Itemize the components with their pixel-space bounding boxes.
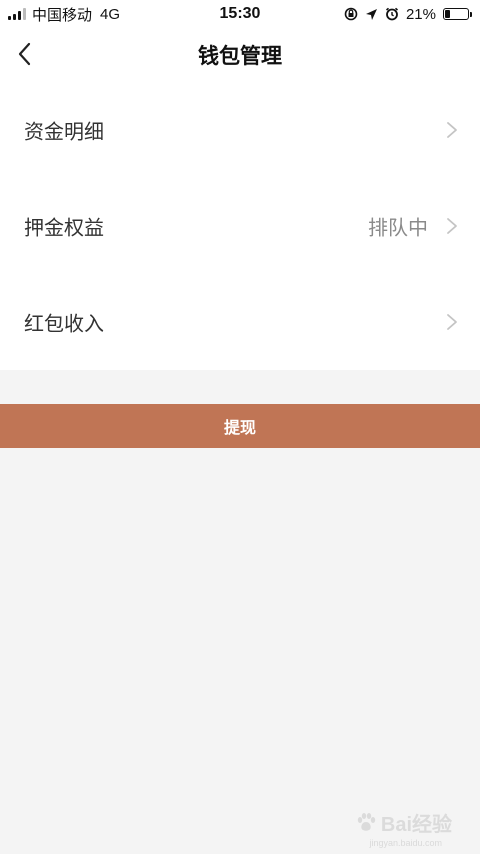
location-arrow-icon <box>365 8 377 20</box>
withdraw-button[interactable]: 提现 <box>0 404 480 448</box>
battery-percent: 21% <box>405 5 436 23</box>
status-bar: 中国移动 4G 15:30 21% <box>0 0 480 28</box>
menu-item-status: 排队中 <box>368 215 428 240</box>
menu-item-label: 资金明细 <box>24 119 104 144</box>
nav-bar: 钱包管理 <box>0 28 480 80</box>
menu-item-label: 红包收入 <box>24 311 104 336</box>
menu-item-label: 押金权益 <box>24 215 104 240</box>
menu-item-fund-details[interactable]: 资金明细 <box>0 82 480 178</box>
chevron-right-icon <box>447 218 457 234</box>
alarm-icon <box>385 7 398 21</box>
wallet-menu-list: 资金明细 押金权益 排队中 红包收入 <box>0 80 480 370</box>
status-right: 21% <box>344 0 472 28</box>
withdraw-button-label: 提现 <box>223 418 256 437</box>
baidu-watermark: Bai经验 <box>355 808 452 837</box>
watermark-url: jingyan.baidu.com <box>369 838 442 848</box>
menu-item-red-packet-income[interactable]: 红包收入 <box>0 274 480 370</box>
page-title: 钱包管理 <box>198 44 282 68</box>
screen-rotation-lock-icon <box>344 7 358 21</box>
chevron-right-icon <box>447 122 457 138</box>
chevron-right-icon <box>447 314 457 330</box>
battery-icon <box>443 8 472 20</box>
paw-logo-icon <box>357 812 376 831</box>
watermark-text: Bai经验 <box>380 814 452 836</box>
menu-item-deposit-rights[interactable]: 押金权益 排队中 <box>0 178 480 274</box>
